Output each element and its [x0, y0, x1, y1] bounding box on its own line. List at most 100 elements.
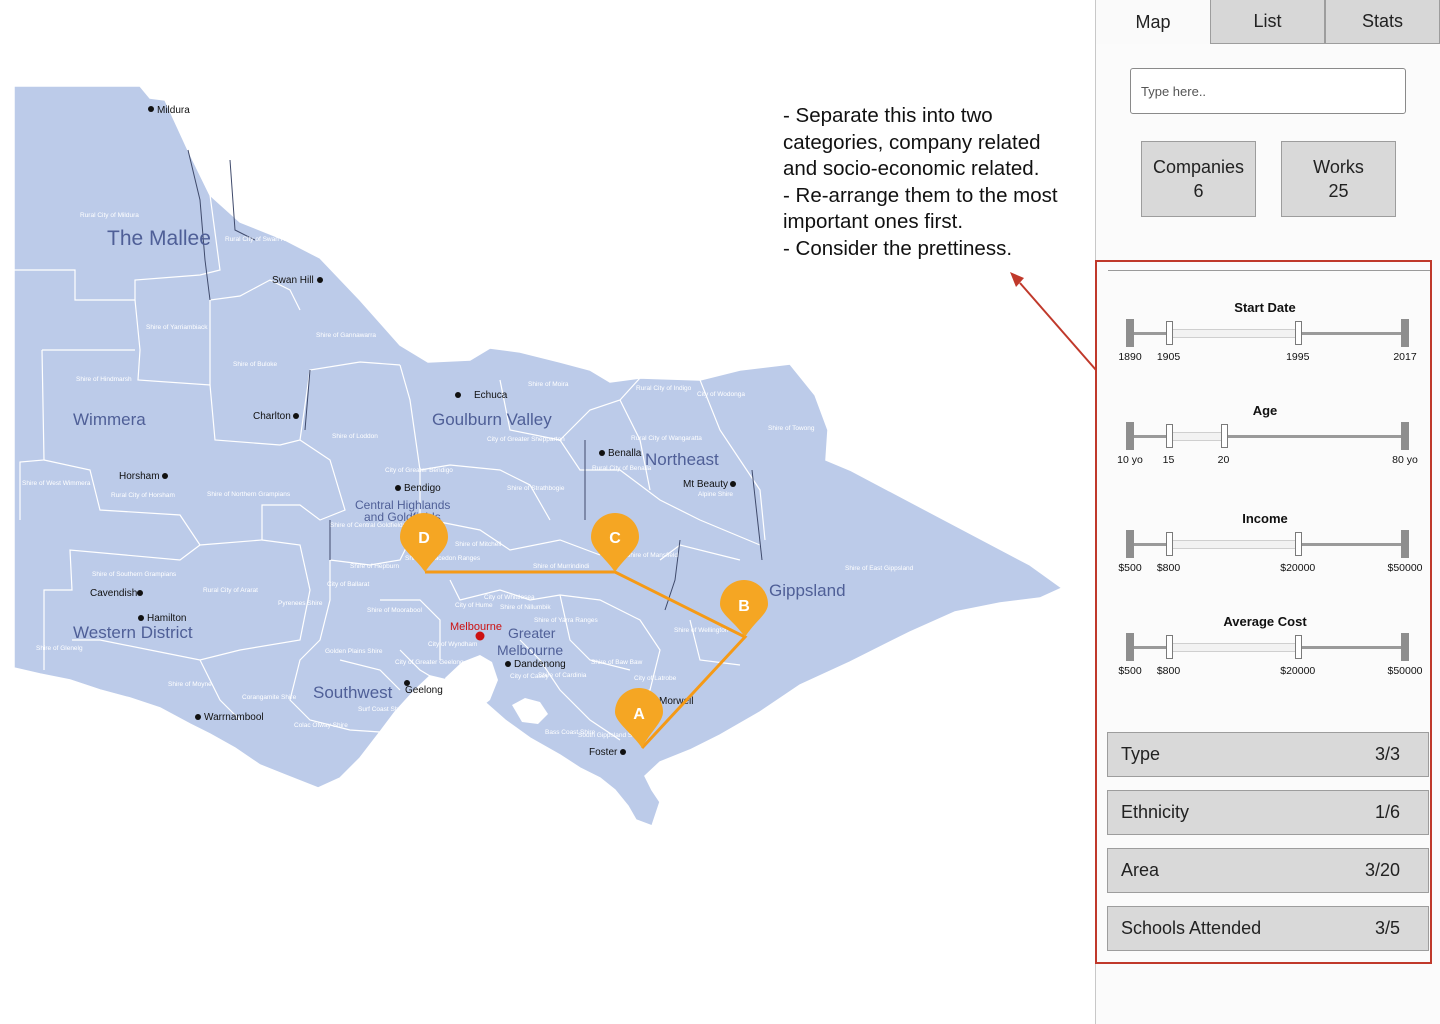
filter-count: 3/5 [1374, 918, 1400, 938]
filter-divider [1108, 270, 1430, 271]
shire-label: Shire of Hepburn [350, 563, 400, 570]
start-date-slider[interactable]: Start Date 1890 1905 1995 2017 [1110, 300, 1440, 380]
tab-map[interactable]: Map [1096, 0, 1210, 44]
companies-stat-button[interactable]: Companies 6 [1141, 141, 1256, 217]
region-label-southwest: Southwest [313, 683, 393, 702]
slider-low-handle[interactable] [1165, 635, 1173, 659]
shire-label: City of Latrobe [634, 675, 677, 682]
slider-title: Age [1252, 403, 1278, 418]
slider-tick-label: 2017 [1393, 351, 1417, 363]
age-slider[interactable]: Age 10 yo 15 20 80 yo [1110, 403, 1440, 483]
shire-label: Shire of Moorabool [367, 607, 422, 614]
filter-count: 1/6 [1374, 802, 1400, 822]
town-label: Foster [589, 747, 618, 758]
shire-label: Shire of Towong [768, 425, 815, 432]
filter-label: Schools Attended [1121, 918, 1262, 938]
slider-tick-label: $500 [1118, 562, 1142, 574]
region-label-western: Western District [73, 623, 193, 642]
slider-tick-label: $500 [1118, 665, 1142, 677]
shire-label: Shire of Wellington [674, 627, 729, 634]
shire-label: Shire of West Wimmera [22, 480, 91, 487]
shire-label: City of Greater Geelong [395, 659, 464, 666]
town-label: Hamilton [147, 613, 186, 624]
income-slider[interactable]: Income $500 $800 $20000 $50000 [1110, 511, 1440, 591]
marker-label: C [609, 530, 621, 547]
shire-label: Colac Otway Shire [294, 722, 348, 729]
slider-low-handle[interactable] [1165, 532, 1173, 556]
shire-label: Rural City of Mildura [80, 212, 139, 219]
region-label-melbourne: Melbourne [497, 642, 563, 658]
shire-label: Shire of Strathbogie [507, 485, 565, 492]
shire-label: City of Greater Shepparton [487, 436, 565, 443]
town-label: Cavendish [90, 588, 137, 599]
slider-min-end [1126, 530, 1134, 558]
shire-label: Shire of Loddon [332, 433, 378, 440]
slider-low-handle[interactable] [1165, 424, 1173, 448]
search-input[interactable] [1130, 68, 1406, 114]
shire-label: Rural City of Ararat [203, 587, 258, 594]
annotation-arrow [1010, 272, 1096, 371]
region-label-greater: Greater [508, 625, 556, 641]
region-label-gippsland: Gippsland [769, 581, 846, 600]
slider-tick-label: 20 [1217, 454, 1230, 466]
slider-tick-label: $800 [1156, 665, 1181, 677]
stat-label: Works [1313, 157, 1364, 177]
filter-label: Area [1121, 860, 1160, 880]
town-label: Echuca [474, 390, 508, 401]
filter-ethnicity[interactable]: Ethnicity 1/6 [1107, 790, 1429, 835]
shire-label: City of Whittlesea [484, 594, 535, 601]
slider-tick-label: 80 yo [1392, 454, 1418, 466]
shire-label: Rural City of Swan Hill [225, 236, 290, 243]
slider-title: Start Date [1234, 300, 1296, 315]
shire-label: Surf Coast Shire [358, 706, 406, 713]
shire-label: Shire of Baw Baw [591, 659, 643, 666]
shire-label: Rural City of Indigo [636, 385, 692, 392]
shire-label: Shire of Moira [528, 381, 569, 388]
region-label-wimmera: Wimmera [73, 410, 146, 429]
town-label: Mt Beauty [683, 479, 728, 490]
slider-title: Average Cost [1223, 614, 1307, 629]
filter-area[interactable]: Area 3/20 [1107, 848, 1429, 893]
shire-label: Rural City of Benalla [592, 465, 652, 472]
region-label-northeast: Northeast [645, 450, 719, 469]
slider-selected-range [1168, 432, 1224, 441]
tab-list[interactable]: List [1210, 0, 1325, 44]
annotation-line: - Re-arrange them to the most [783, 183, 1058, 207]
shire-label: Rural City of Horsham [111, 492, 175, 499]
filter-label: Type [1121, 744, 1161, 764]
slider-tick-label: $50000 [1387, 665, 1423, 677]
annotation-note: - Separate this into two categories, com… [783, 103, 1098, 262]
slider-high-handle[interactable] [1294, 321, 1302, 345]
shire-label: Shire of Buloke [233, 361, 277, 368]
works-stat-button[interactable]: Works 25 [1281, 141, 1396, 217]
filter-count: 3/20 [1364, 860, 1400, 880]
filter-schools-attended[interactable]: Schools Attended 3/5 [1107, 906, 1429, 951]
annotation-line: important ones first. [783, 210, 964, 233]
shire-label: Shire of Hindmarsh [76, 376, 132, 383]
town-label: Geelong [405, 685, 443, 696]
slider-max-end [1401, 319, 1409, 347]
slider-tick-label: $20000 [1280, 562, 1316, 574]
slider-tick-label: $50000 [1387, 562, 1423, 574]
slider-tick-label: $800 [1156, 562, 1181, 574]
slider-title: Income [1242, 511, 1288, 526]
shire-label: City of Ballarat [327, 581, 369, 588]
slider-high-handle[interactable] [1294, 635, 1302, 659]
shire-label: Shire of Nillumbik [500, 604, 551, 611]
shire-label: Shire of Mitchell [455, 541, 502, 548]
shire-label: City of Hume [455, 602, 493, 609]
slider-high-handle[interactable] [1294, 532, 1302, 556]
shire-label: Rural City of Wangaratta [631, 435, 702, 442]
slider-high-handle[interactable] [1220, 424, 1228, 448]
tab-stats[interactable]: Stats [1325, 0, 1440, 44]
slider-low-handle[interactable] [1165, 321, 1173, 345]
region-label-goulburn: Goulburn Valley [432, 410, 552, 429]
slider-min-end [1126, 633, 1134, 661]
shire-label: Corangamite Shire [242, 694, 297, 701]
stat-value: 25 [1328, 181, 1349, 201]
average-cost-slider[interactable]: Average Cost $500 $800 $20000 $50000 [1110, 614, 1440, 694]
filter-type[interactable]: Type 3/3 [1107, 732, 1429, 777]
stat-value: 6 [1193, 181, 1204, 201]
shire-label: Alpine Shire [698, 491, 733, 498]
region-label-mallee: The Mallee [107, 227, 211, 250]
